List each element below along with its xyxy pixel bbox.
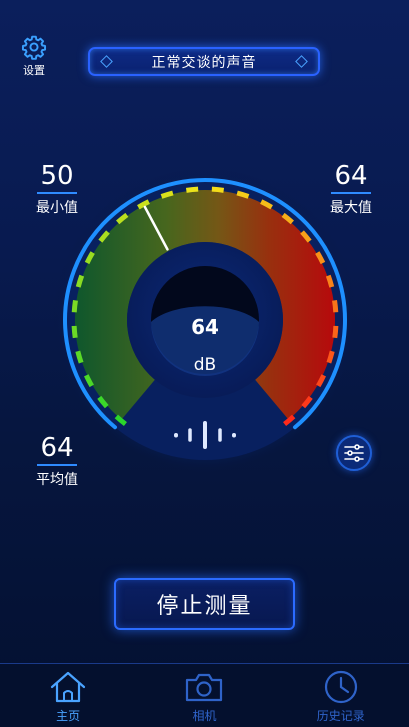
calibration-button[interactable]: [336, 435, 372, 471]
settings-button[interactable]: 设置: [14, 34, 54, 84]
gauge-tick: [326, 350, 335, 364]
diamond-left-icon: [100, 55, 113, 68]
gauge-tick: [71, 300, 78, 313]
tab-home-label: 主页: [56, 709, 81, 723]
gauge-tick: [75, 350, 84, 364]
tab-home[interactable]: 主页: [18, 664, 118, 727]
tab-camera-label: 相机: [192, 709, 217, 723]
gauge-reading: 64: [191, 315, 219, 339]
settings-label: 设置: [23, 64, 45, 77]
sliders-icon: [344, 444, 364, 462]
gear-icon: [21, 35, 47, 60]
gauge-tick: [332, 300, 339, 313]
tab-history-label: 历史记录: [316, 709, 365, 723]
tab-camera[interactable]: 相机: [154, 664, 254, 727]
camera-icon: [186, 673, 223, 702]
gauge-tick: [75, 274, 85, 288]
gauge-unit: dB: [194, 355, 216, 375]
clock-icon: [324, 670, 357, 704]
sound-wave-icon: [174, 421, 236, 449]
gauge-tick: [211, 186, 225, 193]
gauge-tick: [71, 325, 78, 339]
banner-text: 正常交谈的声音: [151, 54, 257, 71]
sound-level-banner: 正常交谈的声音: [88, 47, 320, 76]
stop-measure-button[interactable]: 停止测量: [114, 578, 295, 630]
tab-history[interactable]: 历史记录: [291, 664, 391, 727]
diamond-right-icon: [295, 55, 308, 68]
gauge-tick: [325, 274, 335, 288]
bottom-nav: 主页 相机 历史记录: [0, 663, 409, 727]
gauge-tick: [332, 325, 339, 339]
gauge-tick: [185, 186, 199, 193]
home-icon: [51, 671, 86, 703]
gauge-tick: [160, 190, 174, 199]
gauge-tick: [236, 190, 250, 199]
stop-measure-label: 停止测量: [156, 594, 253, 619]
